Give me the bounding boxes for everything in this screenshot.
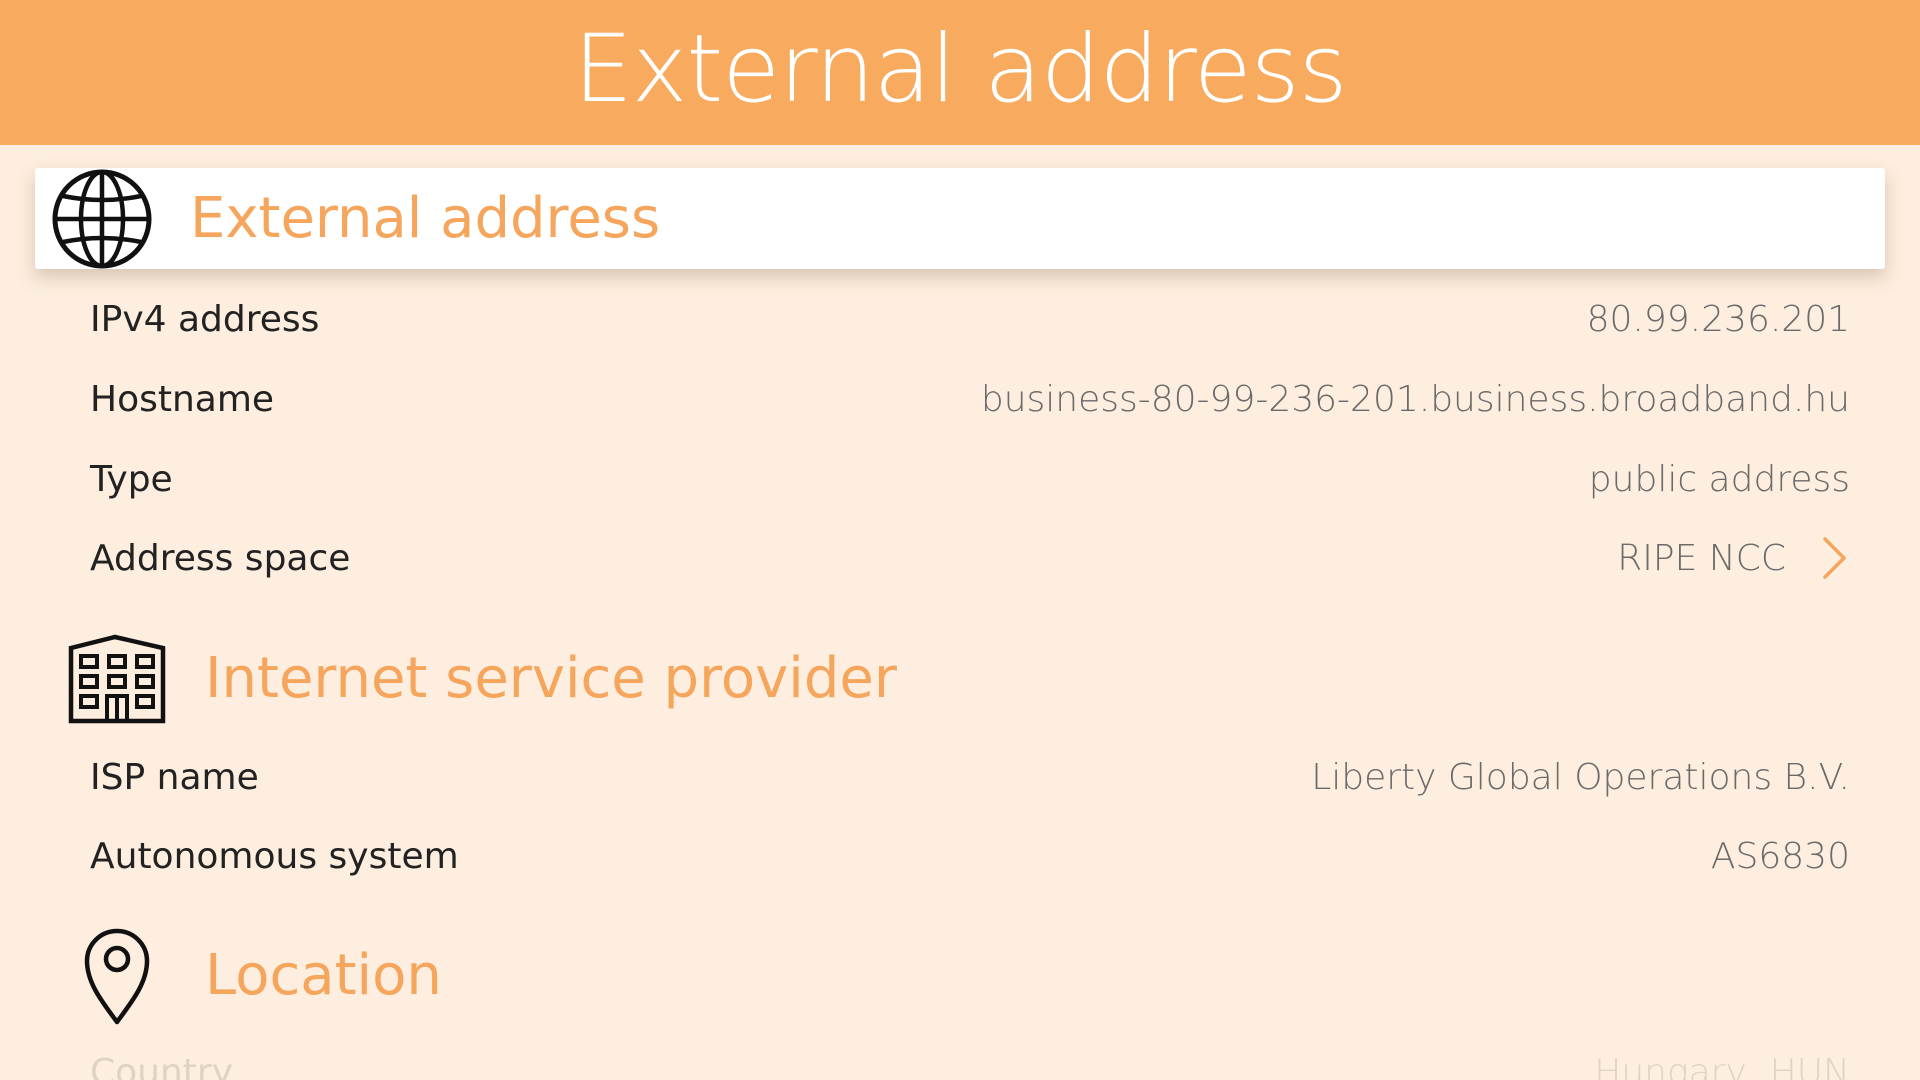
row-type: Type public address [90,449,1850,509]
row-value: business-80-99-236-201.business.broadban… [980,378,1850,420]
row-label: ISP name [90,756,259,798]
section-title-external-address: External address [190,185,661,251]
row-hostname: Hostname business-80-99-236-201.business… [90,369,1850,429]
row-country: Country Hungary, HUN [90,1042,1850,1080]
section-header-location: Location [35,926,1885,1026]
row-address-space[interactable]: Address space RIPE NCC [90,528,1850,588]
row-isp-name: ISP name Liberty Global Operations B.V. [90,747,1850,807]
row-label: Country [90,1051,234,1080]
globe-icon [50,167,154,271]
app-root: External address External address IPv4 a… [0,0,1920,1080]
row-label: Hostname [90,378,275,420]
app-header: External address [0,0,1920,145]
row-value: Hungary, HUN [1594,1051,1850,1080]
row-value: 80.99.236.201 [1586,298,1850,340]
address-space-link[interactable]: RIPE NCC [1617,534,1850,582]
row-value: Liberty Global Operations B.V. [1311,756,1850,798]
section-title-isp: Internet service provider [205,646,897,711]
row-value: public address [1588,458,1850,500]
row-label: Address space [90,537,351,579]
row-label: IPv4 address [90,298,320,340]
row-label: Autonomous system [90,835,459,877]
map-pin-icon [65,924,169,1028]
row-value: AS6830 [1710,835,1850,877]
row-autonomous-system: Autonomous system AS6830 [90,826,1850,886]
row-value: RIPE NCC [1617,537,1786,579]
page-title: External address [573,14,1347,124]
section-header-isp: Internet service provider [35,629,1885,729]
row-label: Type [90,458,173,500]
building-icon [65,627,169,731]
row-ipv4-address: IPv4 address 80.99.236.201 [90,289,1850,349]
section-title-location: Location [205,943,442,1008]
chevron-right-icon[interactable] [1820,534,1850,582]
section-header-external-address: External address [35,168,1885,269]
